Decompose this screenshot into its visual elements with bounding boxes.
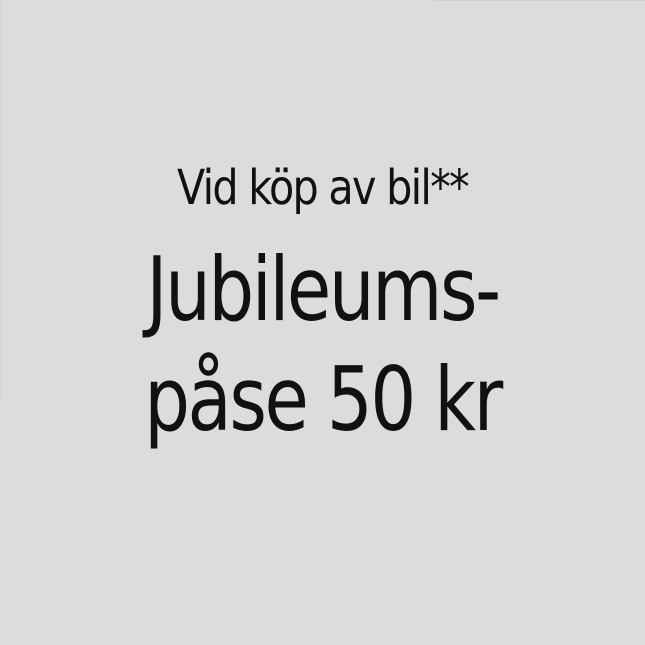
- left-edge-line: [0, 0, 1, 400]
- promo-condition-text: Vid köp av bil**: [177, 160, 470, 216]
- promo-tile: Vid köp av bil** Jubileums- påse 50 kr: [0, 0, 645, 645]
- top-edge-line: [434, 0, 645, 1]
- promo-title-line-2: påse 50 kr: [144, 348, 503, 451]
- promo-title-line-1: Jubileums-: [146, 238, 501, 341]
